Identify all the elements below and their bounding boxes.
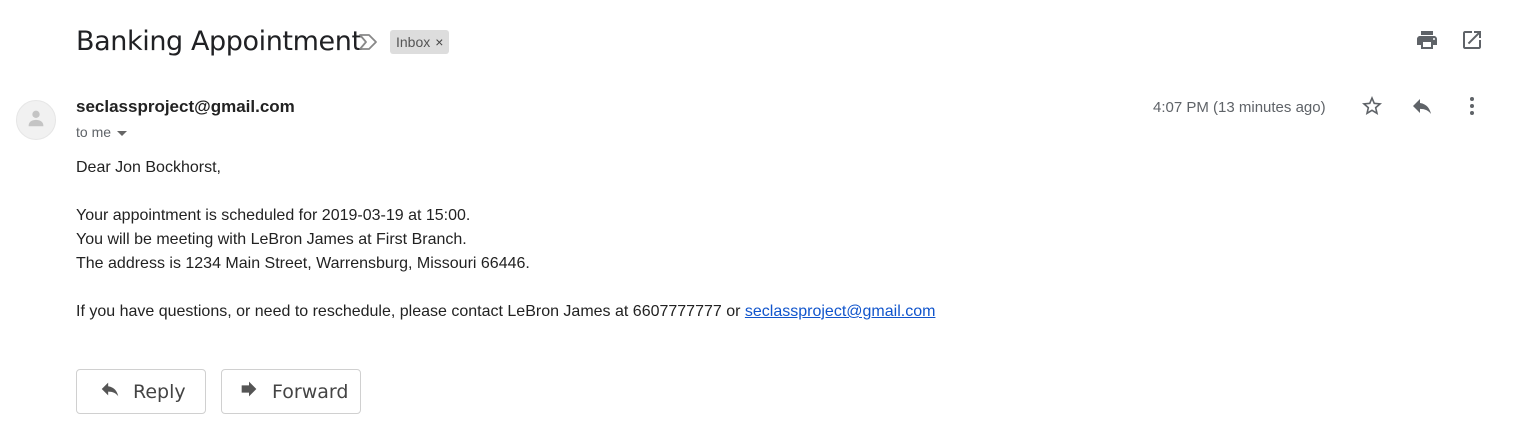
email-greeting: Dear Jon Bockhorst, bbox=[76, 159, 221, 176]
reply-button-label: Reply bbox=[133, 380, 186, 403]
label-chip-text: Inbox bbox=[396, 34, 431, 50]
recipient-line[interactable]: to me bbox=[76, 124, 128, 140]
reply-icon-button[interactable] bbox=[1408, 94, 1436, 122]
sender-email[interactable]: seclassproject@gmail.com bbox=[76, 97, 295, 117]
recipient-text: to me bbox=[76, 124, 112, 140]
message-timestamp: 4:07 PM (13 minutes ago) bbox=[1153, 99, 1326, 116]
forward-button-label: Forward bbox=[272, 380, 349, 403]
star-button[interactable] bbox=[1358, 94, 1386, 122]
inbox-label-chip: Inbox × bbox=[390, 30, 450, 54]
email-body-line: You will be meeting with LeBron James at… bbox=[76, 231, 467, 248]
email-contact-line: If you have questions, or need to resche… bbox=[76, 303, 935, 321]
open-in-new-window-button[interactable] bbox=[1458, 28, 1486, 56]
avatar-person-icon bbox=[25, 107, 47, 134]
open-in-new-window-icon bbox=[1460, 28, 1484, 57]
reply-button[interactable]: Reply bbox=[76, 369, 206, 414]
email-body-line: Your appointment is scheduled for 2019-0… bbox=[76, 207, 471, 224]
sender-avatar[interactable] bbox=[16, 100, 56, 140]
forward-button[interactable]: Forward bbox=[221, 369, 361, 414]
star-icon bbox=[1360, 94, 1384, 123]
more-options-button[interactable] bbox=[1458, 94, 1486, 122]
forward-icon bbox=[238, 378, 260, 405]
more-vert-icon bbox=[1460, 94, 1484, 123]
remove-label-icon[interactable]: × bbox=[435, 30, 443, 54]
email-body-line: The address is 1234 Main Street, Warrens… bbox=[76, 255, 530, 272]
email-subject: Banking Appointment bbox=[76, 26, 362, 57]
contact-email-link[interactable]: seclassproject@gmail.com bbox=[745, 303, 936, 320]
contact-text: If you have questions, or need to resche… bbox=[76, 303, 745, 320]
print-icon bbox=[1415, 28, 1439, 57]
reply-icon bbox=[99, 378, 121, 405]
importance-marker-icon[interactable] bbox=[357, 31, 379, 53]
show-details-caret-icon[interactable] bbox=[117, 130, 128, 136]
reply-icon bbox=[1410, 94, 1434, 123]
print-all-button[interactable] bbox=[1413, 28, 1441, 56]
